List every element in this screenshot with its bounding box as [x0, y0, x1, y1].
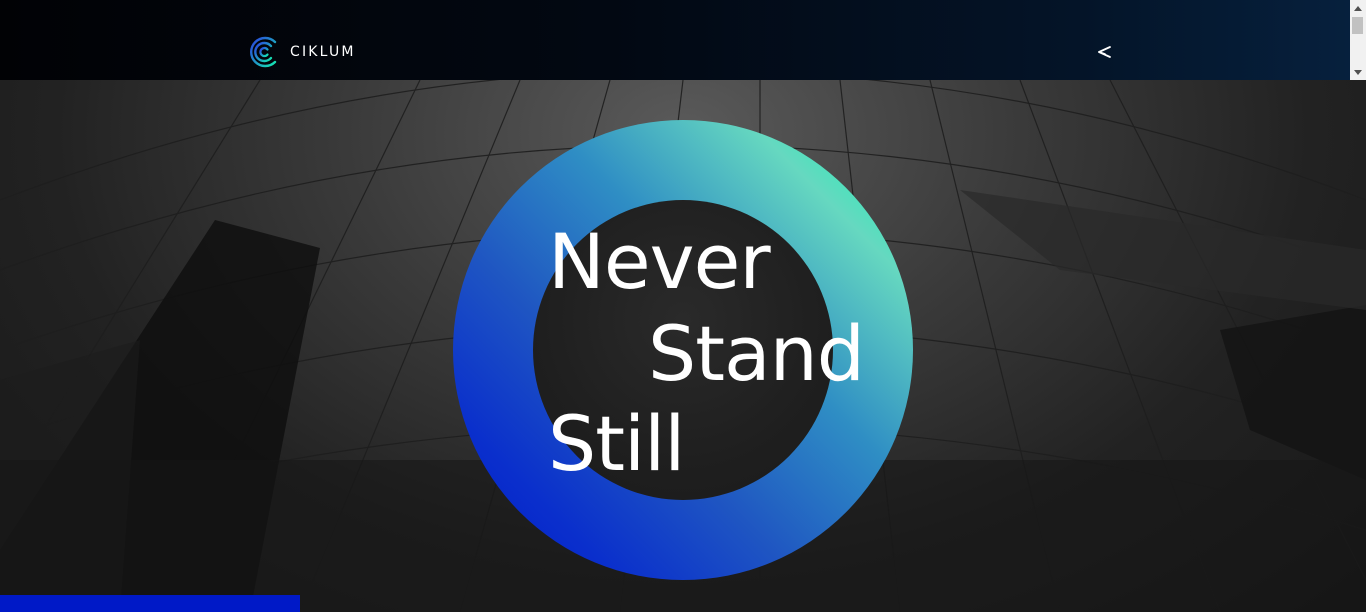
brand-name: CIKLUM	[290, 44, 356, 60]
scroll-down-arrow-icon[interactable]	[1350, 64, 1366, 80]
share-button[interactable]	[1094, 42, 1114, 62]
share-icon	[1098, 46, 1111, 58]
scroll-thumb[interactable]	[1352, 17, 1363, 34]
ciklum-logo-icon	[250, 36, 277, 68]
vertical-scrollbar[interactable]	[1350, 0, 1366, 80]
page: CIKLUM Never Stand Still	[0, 0, 1366, 612]
ciklum-logo[interactable]: CIKLUM	[248, 35, 356, 69]
site-header: CIKLUM	[0, 0, 1350, 80]
gradient-ring	[453, 120, 913, 580]
scroll-up-arrow-icon[interactable]	[1350, 0, 1366, 16]
hero-section	[0, 80, 1366, 612]
blue-accent-block	[0, 595, 300, 612]
ring-center	[533, 200, 833, 500]
